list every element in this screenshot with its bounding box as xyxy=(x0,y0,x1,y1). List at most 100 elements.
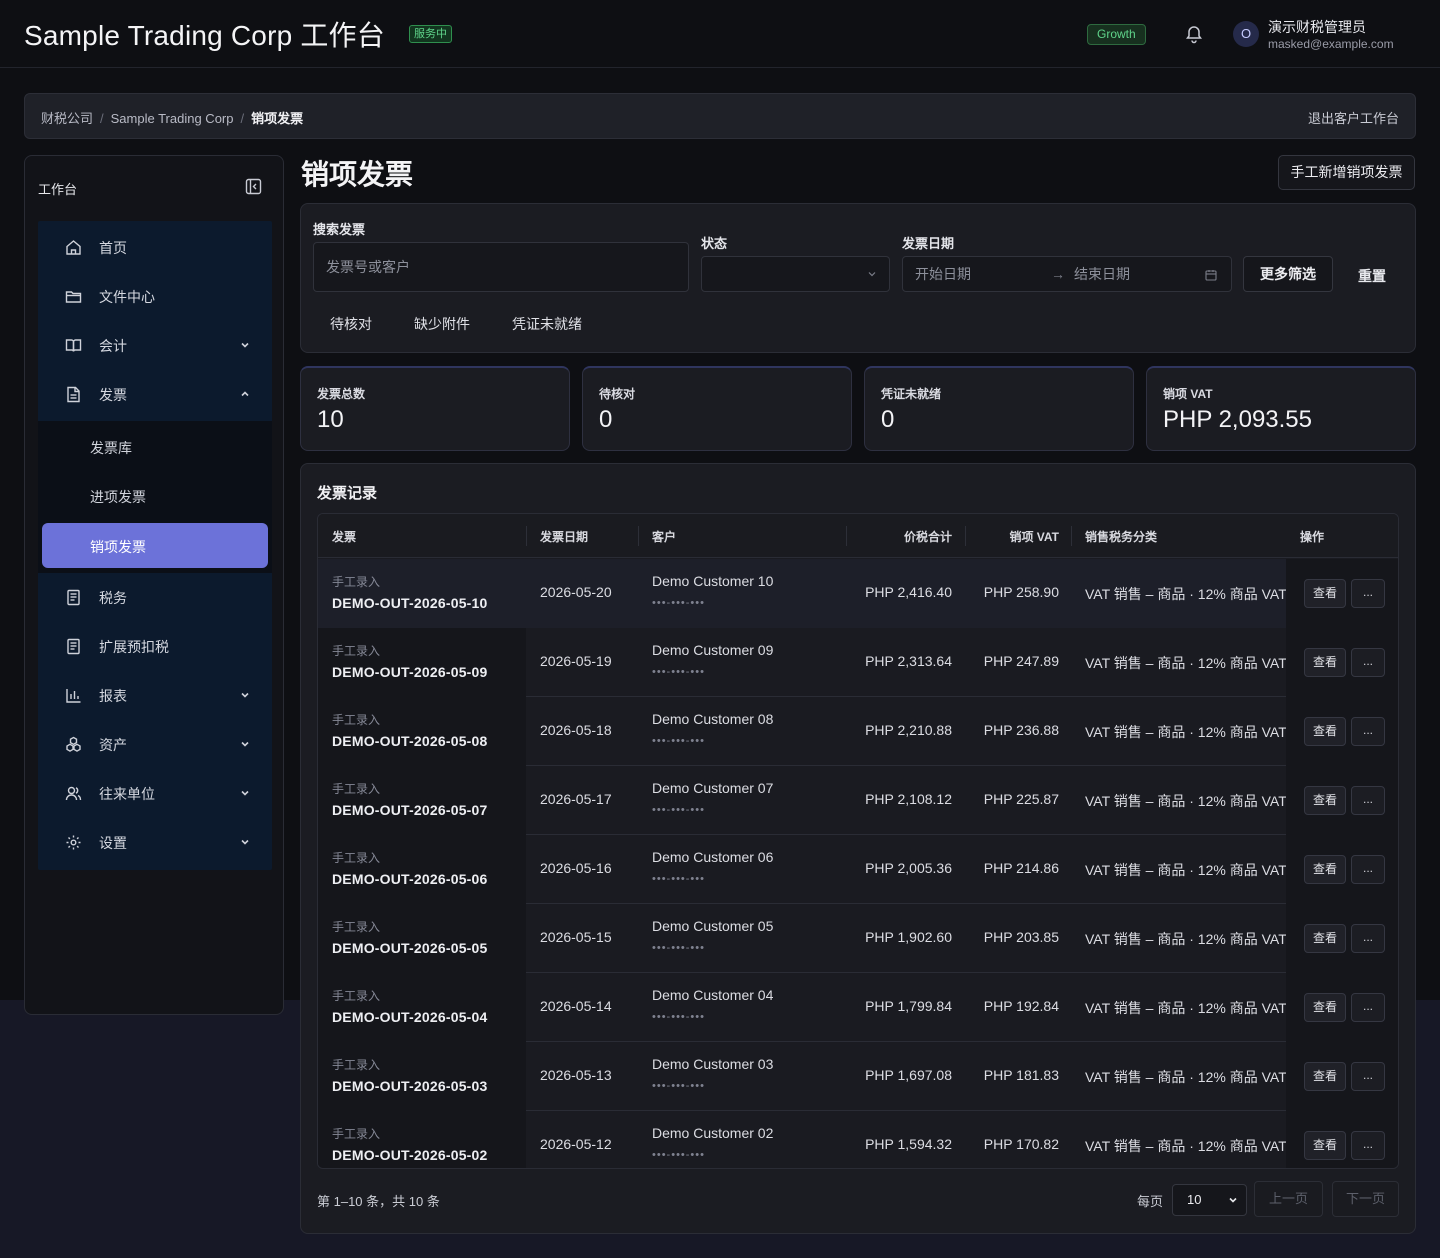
invoice-submenu: 发票库 进项发票 销项发票 xyxy=(38,421,272,573)
table-row[interactable]: 手工录入 DEMO-OUT-2026-05-04 2026-05-14 Demo Cu… xyxy=(318,973,1398,1042)
add-sales-invoice-button[interactable]: 手工新增销项发票 xyxy=(1278,155,1415,190)
invoice-vat: PHP 181.83 xyxy=(983,1067,1059,1083)
date-range-picker[interactable]: 开始日期 → 结束日期 xyxy=(902,256,1232,292)
assets-icon xyxy=(66,736,81,752)
view-button[interactable]: 查看 xyxy=(1304,786,1346,815)
sidebar-item-files[interactable]: 文件中心 xyxy=(38,272,272,321)
actions-cell: 查看... xyxy=(1286,766,1398,835)
invoice-number[interactable]: DEMO-OUT-2026-05-07 xyxy=(332,802,488,818)
breadcrumb-item-client[interactable]: Sample Trading Corp xyxy=(111,111,234,126)
invoice-vat: PHP 170.82 xyxy=(983,1136,1059,1152)
sidebar-item-assets[interactable]: 资产 xyxy=(38,720,272,769)
table-row[interactable]: 手工录入 DEMO-OUT-2026-05-05 2026-05-15 Demo Cu… xyxy=(318,904,1398,973)
sidebar-item-label: 税务 xyxy=(99,590,127,606)
tax-classification: VAT 销售 – 商品 · 12% 商品 VAT xyxy=(1085,724,1286,740)
prev-page-button[interactable]: 上一页 xyxy=(1254,1181,1323,1217)
invoice-source: 手工录入 xyxy=(332,989,381,1003)
invoice-number[interactable]: DEMO-OUT-2026-05-04 xyxy=(332,1009,488,1025)
view-button[interactable]: 查看 xyxy=(1304,648,1346,677)
chevron-up-icon xyxy=(241,391,249,397)
view-button[interactable]: 查看 xyxy=(1304,717,1346,746)
table-row[interactable]: 手工录入 DEMO-OUT-2026-05-08 2026-05-18 Demo Cu… xyxy=(318,697,1398,766)
actions-cell: 查看... xyxy=(1286,697,1398,766)
more-actions-button[interactable]: ... xyxy=(1351,786,1385,815)
more-actions-button[interactable]: ... xyxy=(1351,855,1385,884)
sidebar-item-label: 首页 xyxy=(99,240,127,256)
more-actions-button[interactable]: ... xyxy=(1351,717,1385,746)
bell-icon[interactable] xyxy=(1184,24,1204,44)
sidebar-item-withholding[interactable]: 扩展预扣税 xyxy=(38,622,272,671)
start-date-placeholder[interactable]: 开始日期 xyxy=(915,266,971,282)
view-button[interactable]: 查看 xyxy=(1304,993,1346,1022)
table-row[interactable]: 手工录入 DEMO-OUT-2026-05-06 2026-05-16 Demo Cu… xyxy=(318,835,1398,904)
records-title: 发票记录 xyxy=(317,485,378,502)
sidebar-item-settings[interactable]: 设置 xyxy=(38,818,272,867)
sidebar-item-tax[interactable]: 税务 xyxy=(38,573,272,622)
view-button[interactable]: 查看 xyxy=(1304,924,1346,953)
book-icon xyxy=(65,339,82,352)
view-button[interactable]: 查看 xyxy=(1304,579,1346,608)
tax-icon xyxy=(67,589,80,606)
more-actions-button[interactable]: ... xyxy=(1351,579,1385,608)
more-actions-button[interactable]: ... xyxy=(1351,1062,1385,1091)
invoice-number[interactable]: DEMO-OUT-2026-05-08 xyxy=(332,733,488,749)
sidebar-subitem-purchase-invoices[interactable]: 进项发票 xyxy=(42,473,268,518)
more-filters-button[interactable]: 更多筛选 xyxy=(1243,256,1333,292)
invoice-source: 手工录入 xyxy=(332,1058,381,1072)
search-input[interactable]: 发票号或客户 xyxy=(313,242,689,292)
quick-filter-pending[interactable]: 待核对 xyxy=(330,314,372,334)
invoice-number[interactable]: DEMO-OUT-2026-05-10 xyxy=(332,595,488,611)
table-body: 手工录入 DEMO-OUT-2026-05-10 2026-05-20 Demo Cu… xyxy=(318,559,1398,1168)
more-actions-button[interactable]: ... xyxy=(1351,1131,1385,1160)
sidebar-item-invoices[interactable]: 发票 xyxy=(38,370,272,419)
chevron-down-icon xyxy=(868,272,876,277)
view-button[interactable]: 查看 xyxy=(1304,1131,1346,1160)
view-button[interactable]: 查看 xyxy=(1304,855,1346,884)
end-date-placeholder[interactable]: 结束日期 xyxy=(1074,257,1130,291)
invoice-number[interactable]: DEMO-OUT-2026-05-09 xyxy=(332,664,488,680)
invoice-number[interactable]: DEMO-OUT-2026-05-02 xyxy=(332,1147,488,1163)
table-row[interactable]: 手工录入 DEMO-OUT-2026-05-03 2026-05-13 Demo Cu… xyxy=(318,1042,1398,1111)
column-header-vat: 销项 VAT xyxy=(1009,530,1059,544)
sidebar-subitem-sales-invoices[interactable]: 销项发票 xyxy=(42,523,268,568)
sidebar-collapse-icon[interactable] xyxy=(245,178,262,195)
quick-filter-missing-attachment[interactable]: 缺少附件 xyxy=(414,314,470,334)
next-page-button[interactable]: 下一页 xyxy=(1332,1181,1399,1217)
status-select[interactable] xyxy=(701,256,890,292)
avatar[interactable]: O xyxy=(1233,21,1259,47)
sidebar-item-contacts[interactable]: 往来单位 xyxy=(38,769,272,818)
breadcrumb-item-firm[interactable]: 财税公司 xyxy=(41,111,93,126)
exit-client-workspace-link[interactable]: 退出客户工作台 xyxy=(1308,108,1399,127)
sidebar-item-accounting[interactable]: 会计 xyxy=(38,321,272,370)
invoice-number[interactable]: DEMO-OUT-2026-05-03 xyxy=(332,1078,488,1094)
invoice-table: 发票 发票日期 客户 价税合计 销项 VAT 销售税务分类 操作 手工录入 DEM… xyxy=(317,513,1399,1169)
plan-badge: Growth xyxy=(1087,24,1146,45)
table-row[interactable]: 手工录入 DEMO-OUT-2026-05-07 2026-05-17 Demo Cu… xyxy=(318,766,1398,835)
column-header-total: 价税合计 xyxy=(903,530,952,544)
invoice-date: 2026-05-17 xyxy=(540,791,612,807)
table-row[interactable]: 手工录入 DEMO-OUT-2026-05-02 2026-05-12 Demo Cu… xyxy=(318,1111,1398,1168)
reset-button[interactable]: 重置 xyxy=(1358,266,1386,286)
table-row[interactable]: 手工录入 DEMO-OUT-2026-05-09 2026-05-19 Demo Cu… xyxy=(318,628,1398,697)
view-button[interactable]: 查看 xyxy=(1304,1062,1346,1091)
invoice-number[interactable]: DEMO-OUT-2026-05-06 xyxy=(332,871,488,887)
more-actions-button[interactable]: ... xyxy=(1351,993,1385,1022)
sidebar-item-home[interactable]: 首页 xyxy=(38,223,272,272)
table-row[interactable]: 手工录入 DEMO-OUT-2026-05-10 2026-05-20 Demo Cu… xyxy=(318,559,1398,628)
more-actions-button[interactable]: ... xyxy=(1351,924,1385,953)
per-page-value: 10 xyxy=(1187,1192,1202,1207)
sidebar-subitem-invoice-library[interactable]: 发票库 xyxy=(42,424,268,469)
pagination-info: 第 1–10 条，共 10 条 xyxy=(317,1194,440,1209)
quick-filter-voucher-not-ready[interactable]: 凭证未就绪 xyxy=(512,314,582,334)
more-actions-button[interactable]: ... xyxy=(1351,648,1385,677)
customer-tin-masked: •••-•••-••• xyxy=(652,1080,705,1092)
invoice-number[interactable]: DEMO-OUT-2026-05-05 xyxy=(332,940,488,956)
invoice-date: 2026-05-13 xyxy=(540,1067,612,1083)
invoice-cell: 手工录入 DEMO-OUT-2026-05-09 xyxy=(318,628,526,697)
tax-classification: VAT 销售 – 商品 · 12% 商品 VAT xyxy=(1085,655,1286,671)
sidebar-item-reports[interactable]: 报表 xyxy=(38,671,272,720)
invoice-vat: PHP 225.87 xyxy=(983,791,1059,807)
per-page-select[interactable]: 10 xyxy=(1172,1184,1247,1216)
tax-classification: VAT 销售 – 商品 · 12% 商品 VAT xyxy=(1085,1000,1286,1016)
invoice-date: 2026-05-16 xyxy=(540,860,612,876)
